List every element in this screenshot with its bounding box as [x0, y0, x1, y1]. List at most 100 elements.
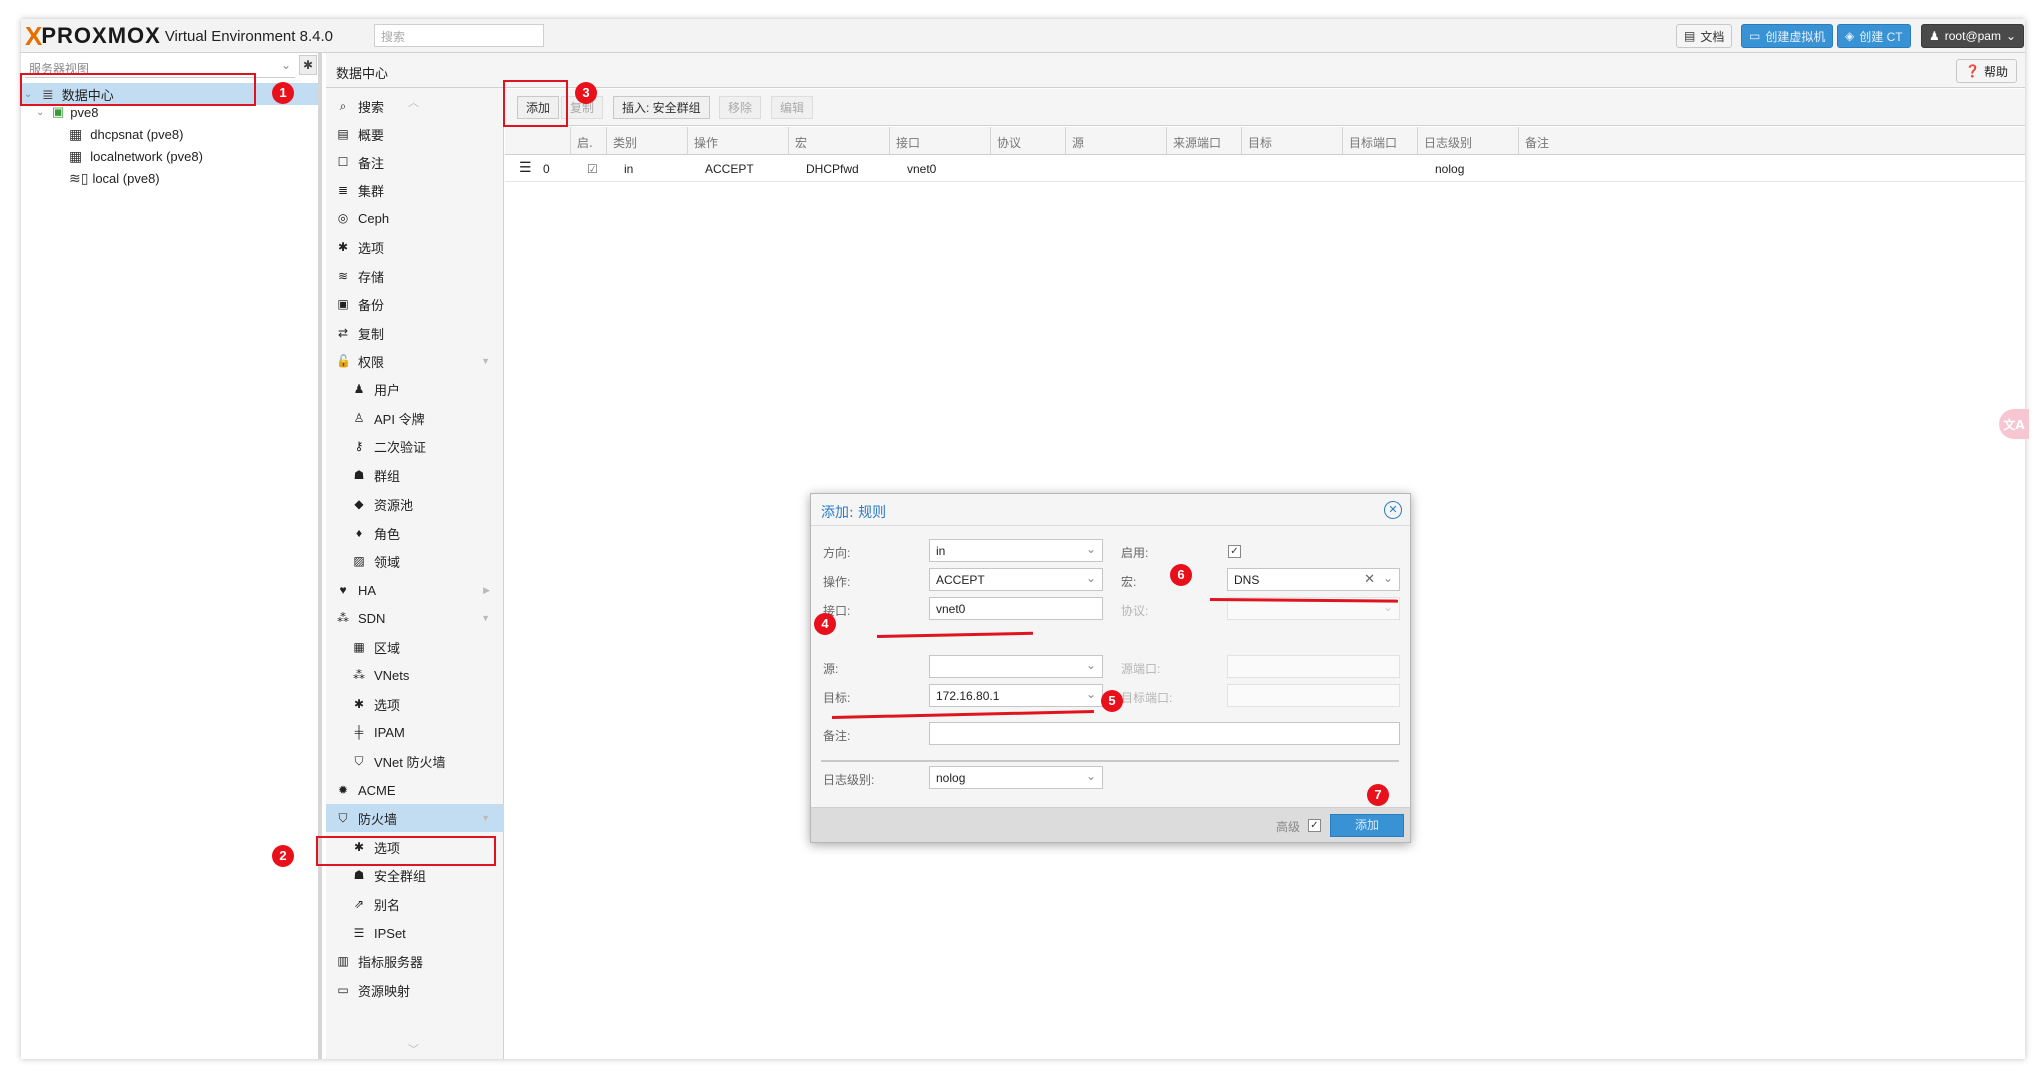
column-header-macro[interactable]: 宏 — [789, 127, 890, 155]
nav-item-20[interactable]: ▦ 区域 — [326, 633, 504, 661]
user-menu-button[interactable]: ♟ root@pam ⌄ — [1921, 24, 2025, 48]
nav-item-24[interactable]: ⛉ VNet 防火墙 — [326, 747, 504, 775]
column-header-dport[interactable]: 目标端口 — [1343, 127, 1418, 155]
nav-item-7[interactable]: ≋ 存储 — [326, 262, 504, 290]
nav-item-label: 备份 — [358, 297, 385, 313]
help-label: 帮助 — [1983, 64, 2008, 79]
remove-rule-button[interactable]: 移除 — [719, 96, 762, 119]
nav-item-4[interactable]: ≣ 集群 — [326, 176, 504, 204]
edit-rule-button[interactable]: 编辑 — [771, 96, 814, 119]
nav-item-15[interactable]: ◆ 资源池 — [326, 490, 504, 518]
cube-icon: ◈ — [1845, 29, 1855, 43]
column-header-sport[interactable]: 来源端口 — [1167, 127, 1242, 155]
list-icon: ☰ — [353, 926, 365, 940]
nav-item-18[interactable]: ♥ HA ▶ — [326, 576, 504, 604]
chevron-down-icon: ⌄ — [2005, 29, 2017, 43]
macro-select[interactable]: DNS ✕ ⌄ — [1227, 568, 1400, 591]
nav-item-22[interactable]: ✱ 选项 — [326, 690, 504, 718]
global-search-input[interactable]: 搜索 — [374, 24, 544, 47]
nav-item-14[interactable]: ☗ 群组 — [326, 461, 504, 489]
storage-icon: ≋▯ — [69, 169, 89, 186]
external-link-icon: ⇗ — [353, 897, 365, 911]
nav-item-17[interactable]: ▨ 领域 — [326, 547, 504, 575]
nav-item-label: 复制 — [358, 326, 385, 342]
insert-security-group-button[interactable]: 插入: 安全群组 — [613, 96, 710, 119]
column-header-dest[interactable]: 目标 — [1242, 127, 1343, 155]
column-header-protocol[interactable]: 协议 — [991, 127, 1066, 155]
nav-item-12[interactable]: ♙ API 令牌 — [326, 404, 504, 432]
column-header-type[interactable]: 类别 — [607, 127, 688, 155]
create-ct-button[interactable]: ◈ 创建 CT — [1837, 24, 1911, 48]
key-icon: ⚷ — [354, 439, 364, 453]
column-header-comment[interactable]: 备注 — [1519, 127, 2025, 155]
nav-item-16[interactable]: ♦ 角色 — [326, 519, 504, 547]
nav-item-8[interactable]: ▣ 备份 — [326, 290, 504, 318]
docs-button[interactable]: ▤ 文档 — [1676, 24, 1733, 48]
dialog-add-button[interactable]: 添加 — [1330, 814, 1404, 837]
nav-item-19[interactable]: ⁂ SDN ▼ — [326, 604, 504, 632]
enable-checkbox[interactable]: ✓ — [1228, 545, 1241, 558]
interface-input[interactable]: vnet0 — [929, 597, 1103, 620]
help-button[interactable]: ❓ 帮助 — [1956, 59, 2017, 83]
nav-item-32[interactable]: ▭ 资源映射 — [326, 976, 504, 1004]
close-icon[interactable]: ✕ — [1384, 501, 1402, 519]
translate-icon[interactable]: 文A — [1999, 409, 2029, 439]
tree-item-sdn-zone[interactable]: ▦ dhcpsnat (pve8) — [21, 123, 318, 145]
advanced-checkbox[interactable]: ✓ — [1308, 819, 1321, 832]
ceph-icon: ◎ — [337, 211, 349, 225]
floppy-icon: ▣ — [337, 297, 349, 311]
notes-icon: ☐ — [337, 155, 349, 169]
column-header-interface[interactable]: 接口 — [890, 127, 991, 155]
nav-item-25[interactable]: ✹ ACME — [326, 776, 504, 804]
clear-icon[interactable]: ✕ — [1364, 571, 1375, 587]
collapse-arrow-icon[interactable]: ▼ — [481, 356, 490, 366]
table-row[interactable]: ☰ 0 ☑ in ACCEPT DHCPfwd vnet0 nolog — [505, 156, 2025, 182]
tree-item-sdn-zone[interactable]: ▦ localnetwork (pve8) — [21, 145, 318, 167]
column-header-enable[interactable]: 启. — [571, 127, 607, 155]
nav-item-10[interactable]: 🔓 权限 ▼ — [326, 347, 504, 375]
collapse-arrow-icon[interactable]: ▼ — [481, 813, 490, 823]
dport-input[interactable] — [1227, 684, 1400, 707]
annotation-box-add — [503, 80, 568, 127]
log-level-label: 日志级别: — [823, 773, 875, 787]
create-vm-button[interactable]: ▭ 创建虚拟机 — [1741, 24, 1834, 48]
sport-input[interactable] — [1227, 655, 1400, 678]
nav-item-9[interactable]: ⇄ 复制 — [326, 319, 504, 347]
nav-item-13[interactable]: ⚷ 二次验证 — [326, 432, 504, 460]
column-header-action[interactable]: 操作 — [688, 127, 789, 155]
comment-input[interactable] — [929, 722, 1400, 745]
direction-select[interactable]: in ⌄ — [929, 539, 1103, 562]
nav-item-23[interactable]: ╪ IPAM — [326, 718, 504, 746]
nav-item-label: Ceph — [358, 210, 390, 226]
source-select[interactable]: ⌄ — [929, 655, 1103, 678]
nav-item-label: 选项 — [358, 240, 385, 256]
drag-handle-icon[interactable]: ☰ — [513, 156, 538, 182]
nav-item-30[interactable]: ☰ IPSet — [326, 919, 504, 947]
nav-item-3[interactable]: ☐ 备注 — [326, 148, 504, 176]
nav-item-5[interactable]: ◎ Ceph — [326, 204, 504, 232]
dest-select[interactable]: 172.16.80.1 ⌄ — [929, 684, 1103, 707]
collapse-arrow-icon[interactable]: ▼ — [481, 613, 490, 623]
nav-item-1[interactable]: ⌕ 搜索 — [326, 92, 504, 120]
column-header-log[interactable]: 日志级别 — [1418, 127, 1519, 155]
nav-item-31[interactable]: ▥ 指标服务器 — [326, 947, 504, 975]
nav-item-29[interactable]: ⇗ 别名 — [326, 890, 504, 918]
comment-label: 备注: — [823, 729, 851, 743]
gear-icon[interactable]: ✱ — [299, 55, 317, 75]
nav-item-26[interactable]: ⛉ 防火墙 ▼ — [326, 804, 504, 832]
action-select[interactable]: ACCEPT ⌄ — [929, 568, 1103, 591]
nav-item-6[interactable]: ✱ 选项 — [326, 233, 504, 261]
rule-interface: vnet0 — [907, 162, 937, 176]
rule-enabled-checkbox[interactable]: ☑ — [581, 156, 604, 182]
dport-label: 目标端口: — [1121, 691, 1173, 705]
direction-value: in — [936, 544, 946, 558]
log-level-select[interactable]: nolog ⌄ — [929, 766, 1103, 789]
interface-value: vnet0 — [936, 602, 966, 616]
nav-item-11[interactable]: ♟ 用户 — [326, 375, 504, 403]
expand-arrow-icon[interactable]: ▶ — [483, 585, 490, 596]
tree-item-storage[interactable]: ≋▯ local (pve8) — [21, 167, 318, 189]
nav-item-2[interactable]: ▤ 概要 — [326, 120, 504, 148]
column-header-source[interactable]: 源 — [1066, 127, 1167, 155]
scroll-down-icon[interactable]: ﹀ — [408, 1041, 419, 1057]
nav-item-21[interactable]: ⁂ VNets — [326, 661, 504, 689]
